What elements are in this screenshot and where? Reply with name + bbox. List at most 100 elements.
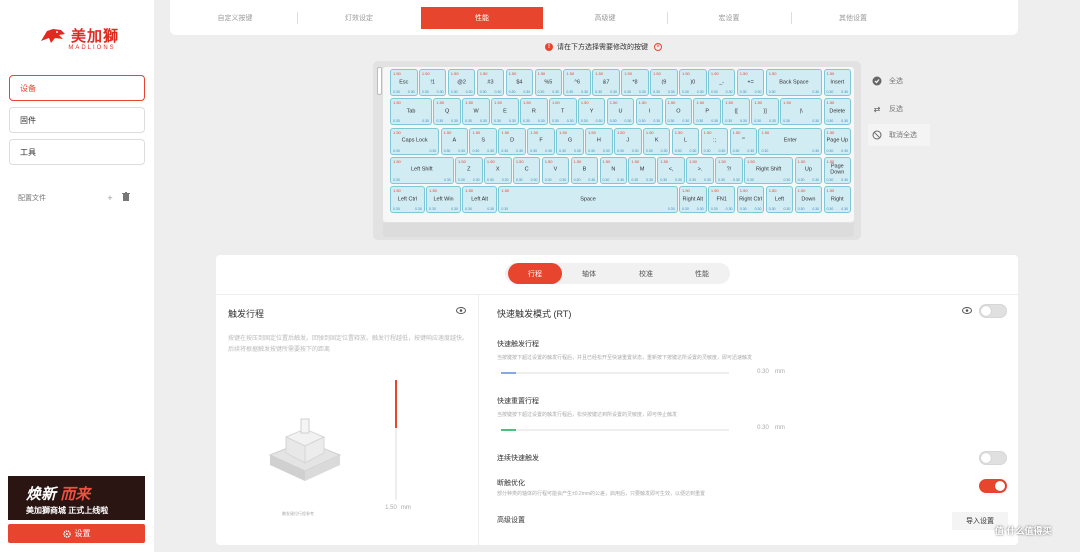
- key[interactable]: 1.50 Right 0.30 0.30: [823, 186, 852, 214]
- key[interactable]: 1.50 %5 0.30 0.30: [534, 69, 563, 96]
- key[interactable]: 1.50 Insert 0.30 0.30: [823, 69, 852, 96]
- key[interactable]: 1.50 V 0.30 0.30: [541, 156, 570, 184]
- key[interactable]: 1.50 B 0.30 0.30: [570, 156, 599, 184]
- key[interactable]: 1.50 #3 0.30 0.30: [476, 69, 505, 96]
- eye-icon[interactable]: [456, 307, 466, 316]
- key[interactable]: 1.50 L 0.30 0.30: [671, 127, 700, 155]
- key[interactable]: 1.50 T 0.30 0.30: [548, 98, 577, 126]
- key[interactable]: 1.50 += 0.30 0.30: [736, 69, 765, 96]
- sidebar-item-tools[interactable]: 工具: [9, 139, 145, 165]
- key[interactable]: 1.50 !1 0.30 0.30: [418, 69, 447, 96]
- key[interactable]: 1.50 &7 0.30 0.30: [592, 69, 620, 96]
- key[interactable]: 1.50 ^6 0.30 0.30: [563, 69, 591, 96]
- key[interactable]: 1.50}] 0.30 0.30: [751, 98, 779, 126]
- key[interactable]: 1.50 Right Alt 0.30 0.30: [679, 186, 707, 214]
- key[interactable]: 1.50 C 0.30 0.30: [512, 156, 541, 184]
- key[interactable]: 1.50 D 0.30 0.30: [498, 127, 526, 155]
- key[interactable]: 1.50 ?/0.30 0.30: [715, 156, 743, 184]
- key[interactable]: 1.50 Page Up 0.30 0.30: [823, 127, 852, 155]
- tab-other[interactable]: 其他设置: [792, 7, 914, 29]
- rapid-press-value-field[interactable]: 0.30 mm: [735, 369, 807, 379]
- key[interactable]: 1.50 O 0.30 0.30: [664, 98, 693, 126]
- rapid-release-value-field[interactable]: 0.30 mm: [735, 425, 807, 435]
- close-icon[interactable]: ×: [654, 43, 662, 51]
- key[interactable]: 1.50 X 0.30 0.30: [483, 156, 512, 184]
- settings-button[interactable]: 设置: [8, 524, 145, 543]
- key[interactable]: 1.50 R 0.30 0.30: [520, 98, 548, 126]
- tab-macro[interactable]: 宏设置: [668, 7, 790, 29]
- key[interactable]: 1.50 Left Alt 0.30 0.30: [462, 186, 498, 214]
- key[interactable]: 1.50 E 0.30 0.30: [491, 98, 519, 126]
- key[interactable]: 1.50 Q 0.30 0.30: [433, 98, 461, 126]
- key[interactable]: 1.50 "' 0.30 0.30: [729, 127, 758, 155]
- key[interactable]: 1.50 Right Shift 0.30 0.30: [744, 156, 794, 184]
- key[interactable]: 1.50 Z 0.30 0.30: [455, 156, 483, 184]
- key[interactable]: 1.50 @2 0.30 0.30: [447, 69, 476, 96]
- key[interactable]: 1.50)0 0.30 0.30: [679, 69, 707, 96]
- key[interactable]: 1.50 Left 0.30 0.30: [765, 186, 794, 214]
- add-config-icon[interactable]: +: [107, 193, 112, 203]
- debounce-toggle[interactable]: [979, 479, 1007, 493]
- key[interactable]: 1.50 Up 0.30 0.30: [794, 156, 823, 184]
- travel-slider[interactable]: [395, 380, 397, 500]
- key[interactable]: 1.50 Caps Lock 0.30 0.30: [390, 127, 440, 155]
- key[interactable]: 1.50 P 0.30 0.30: [693, 98, 722, 126]
- key[interactable]: 1.50 S 0.30 0.30: [469, 127, 498, 155]
- tab-advanced-keys[interactable]: 高级键: [544, 7, 666, 29]
- key[interactable]: 1.50 Left Shift 0.30 0.30: [390, 156, 454, 184]
- key[interactable]: 1.50 H 0.30 0.30: [585, 127, 613, 155]
- key[interactable]: 1.50 |\ 0.30 0.30: [780, 98, 823, 126]
- key[interactable]: 1.50 A 0.30 0.30: [440, 127, 469, 155]
- select-all-button[interactable]: 全选: [868, 70, 930, 92]
- key[interactable]: 1.50 (9 0.30 0.30: [650, 69, 678, 96]
- key[interactable]: 1.50 Y 0.30 0.30: [577, 98, 606, 126]
- key[interactable]: 1.50 M 0.30 0.30: [628, 156, 657, 184]
- tab-lighting[interactable]: 灯效设定: [298, 7, 420, 29]
- invert-selection-button[interactable]: ⇄ 反选: [868, 98, 930, 120]
- subtab-performance[interactable]: 性能: [675, 263, 729, 284]
- promo-banner[interactable]: 焕新 而来 美加獅商城 正式上线啦: [8, 476, 145, 520]
- key[interactable]: 1.50 *8 0.30 0.30: [621, 69, 649, 96]
- sidebar-item-firmware[interactable]: 固件: [9, 107, 145, 133]
- key[interactable]: 1.50 G 0.30 0.30: [556, 127, 584, 155]
- key[interactable]: 1.50 Tab 0.30 0.30: [390, 98, 433, 126]
- subtab-travel[interactable]: 行程: [508, 263, 562, 284]
- key[interactable]: 1.50 K 0.30 0.30: [642, 127, 671, 155]
- key[interactable]: 1.50:; 0.30 0.30: [700, 127, 729, 155]
- cancel-selection-button[interactable]: 取消全选: [868, 124, 930, 146]
- key[interactable]: 1.50 U 0.30 0.30: [606, 98, 635, 126]
- key[interactable]: 1.50 Space 0.30 0.30: [498, 186, 678, 214]
- key[interactable]: 1.50 _- 0.30 0.30: [707, 69, 736, 96]
- key[interactable]: 1.50 >. 0.30 0.30: [686, 156, 714, 184]
- rapid-release-slider[interactable]: [501, 429, 729, 431]
- key[interactable]: 1.50 Enter 0.30 0.30: [758, 127, 823, 155]
- key[interactable]: 1.50 Down 0.30 0.30: [794, 186, 823, 214]
- rapid-trigger-toggle[interactable]: [979, 304, 1007, 318]
- eye-icon[interactable]: [962, 307, 972, 316]
- trash-icon[interactable]: [121, 192, 130, 203]
- key[interactable]: 1.50 Right Ctrl 0.30 0.30: [736, 186, 765, 214]
- subtab-switch[interactable]: 轴体: [562, 263, 616, 284]
- subtab-calibration[interactable]: 校准: [619, 263, 673, 284]
- key[interactable]: 1.50{[0.30 0.30: [722, 98, 750, 126]
- tab-performance[interactable]: 性能: [421, 7, 543, 29]
- travel-value-field[interactable]: 1.50 mm: [365, 505, 431, 515]
- key[interactable]: 1.50 Left Win 0.30 0.30: [426, 186, 461, 214]
- sidebar-item-device[interactable]: 设备: [9, 75, 145, 101]
- key[interactable]: 1.50 FN1 0.30 0.30: [707, 186, 736, 214]
- key[interactable]: 1.50 Page Down 0.30 0.30: [823, 156, 852, 184]
- key[interactable]: 1.50 <, 0.30 0.30: [657, 156, 685, 184]
- key[interactable]: 1.50 Left Ctrl 0.30 0.30: [390, 186, 425, 214]
- key[interactable]: 1.50 F 0.30 0.30: [527, 127, 555, 155]
- continuous-trigger-toggle[interactable]: [979, 451, 1007, 465]
- key[interactable]: 1.50 $4 0.30 0.30: [505, 69, 534, 96]
- key[interactable]: 1.50 Esc 0.30 0.30: [390, 69, 418, 96]
- key[interactable]: 1.50 N 0.30 0.30: [599, 156, 628, 184]
- key[interactable]: 1.50 Back Space 0.30 0.30: [765, 69, 823, 96]
- rapid-press-slider[interactable]: [501, 372, 729, 374]
- key[interactable]: 1.50 Delete 0.30 0.30: [823, 98, 852, 126]
- key[interactable]: 1.50 J 0.30 0.30: [613, 127, 642, 155]
- key[interactable]: 1.50 W 0.30 0.30: [462, 98, 490, 126]
- key[interactable]: 1.50 I 0.30 0.30: [635, 98, 664, 126]
- tab-custom-keys[interactable]: 自定义按键: [174, 7, 296, 29]
